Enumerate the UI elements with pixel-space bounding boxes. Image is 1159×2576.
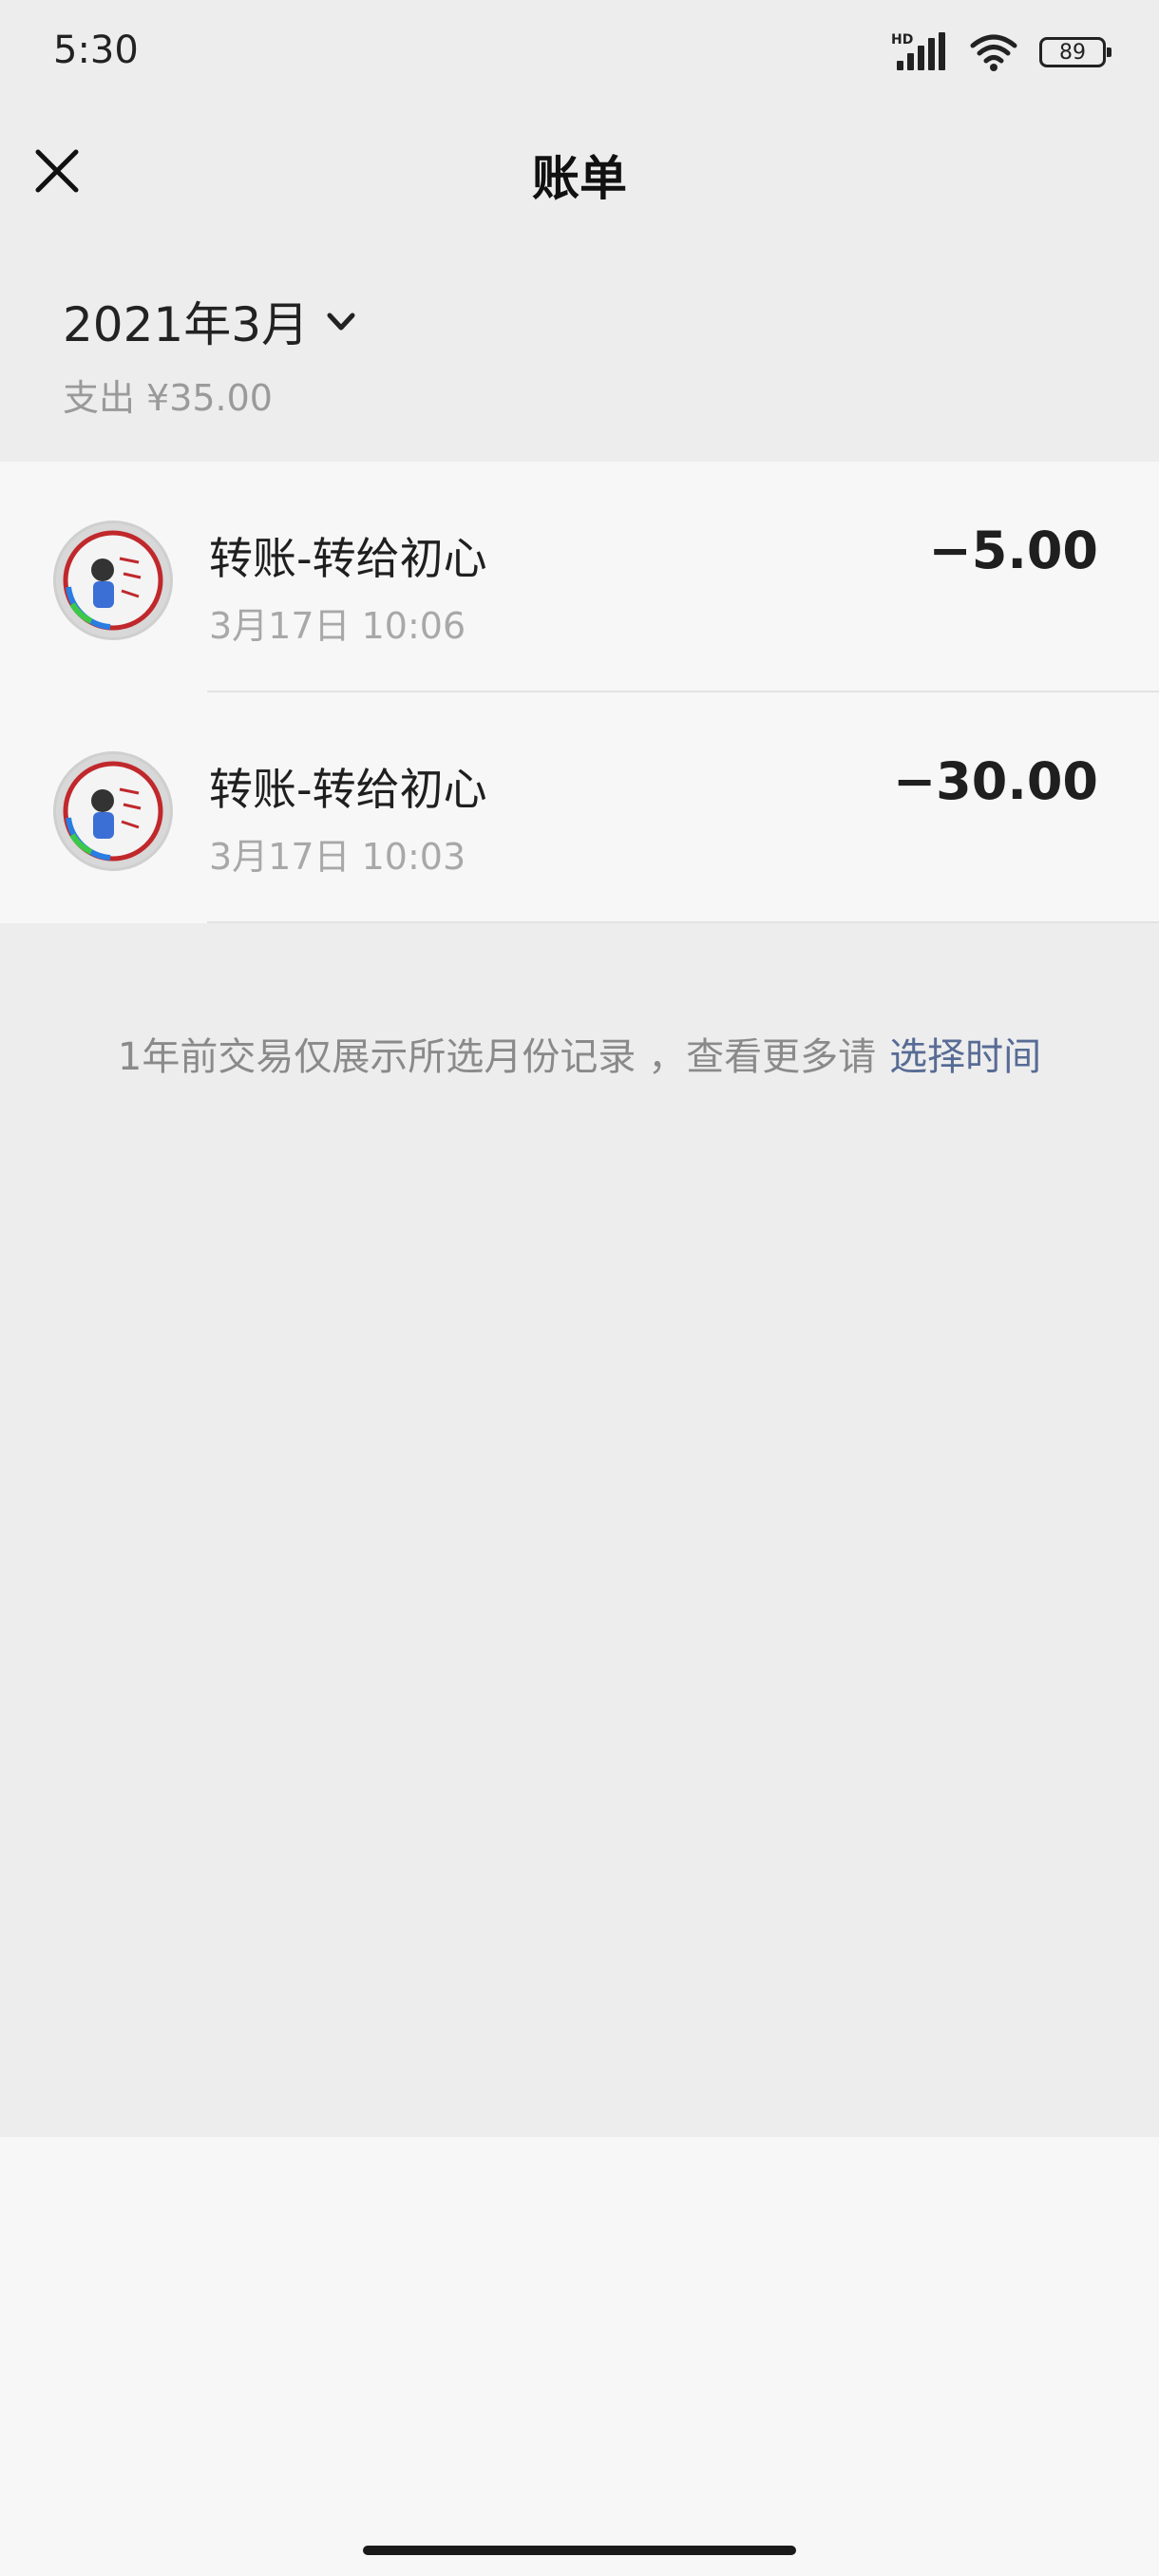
month-total-label: 支出 xyxy=(63,377,136,419)
signal-icon: HD xyxy=(891,30,948,74)
transaction-row[interactable]: 转账-转给初心 3月17日 10:06 −5.00 xyxy=(0,462,1159,692)
month-total: 支出 ¥35.00 xyxy=(63,369,273,421)
status-bar: 5:30 HD 89 xyxy=(0,0,1159,104)
chevron-down-icon xyxy=(327,313,355,331)
status-icons: HD 89 xyxy=(891,28,1112,76)
status-time: 5:30 xyxy=(53,28,139,72)
transaction-amount: −5.00 xyxy=(928,521,1098,580)
footer-note: 1年前交易仅展示所选月份记录 ，查看更多请 选择时间 xyxy=(0,1026,1159,1081)
month-total-amount: ¥35.00 xyxy=(146,377,273,419)
battery-level: 89 xyxy=(1059,40,1086,65)
transaction-time: 3月17日 10:03 xyxy=(209,836,466,878)
transaction-time: 3月17日 10:06 xyxy=(209,605,466,647)
transaction-list: 转账-转给初心 3月17日 10:06 −5.00 转账-转给初心 3月17日 … xyxy=(0,462,1159,923)
battery-icon: 89 xyxy=(1039,37,1112,67)
network-type-label: HD xyxy=(891,32,914,47)
nav-bar: 账单 xyxy=(0,104,1159,237)
divider xyxy=(207,921,1159,923)
avatar xyxy=(53,751,173,871)
footer-note-text: 1年前交易仅展示所选月份记录 ，查看更多请 xyxy=(117,1035,877,1079)
select-time-link[interactable]: 选择时间 xyxy=(889,1035,1041,1079)
page-title: 账单 xyxy=(532,151,627,206)
bottom-area xyxy=(0,2137,1159,2576)
home-indicator[interactable] xyxy=(363,2546,796,2555)
avatar-image xyxy=(56,754,170,868)
month-header: 2021年3月 支出 ¥35.00 xyxy=(0,237,1159,462)
transaction-row[interactable]: 转账-转给初心 3月17日 10:03 −30.00 xyxy=(0,692,1159,923)
avatar xyxy=(53,521,173,640)
wifi-icon xyxy=(970,34,1017,71)
transaction-title: 转账-转给初心 xyxy=(209,764,487,815)
avatar-image xyxy=(56,523,170,637)
transaction-title: 转账-转给初心 xyxy=(209,533,487,584)
transaction-amount: −30.00 xyxy=(892,751,1098,811)
month-selector[interactable]: 2021年3月 xyxy=(63,287,360,355)
month-label: 2021年3月 xyxy=(63,297,310,352)
